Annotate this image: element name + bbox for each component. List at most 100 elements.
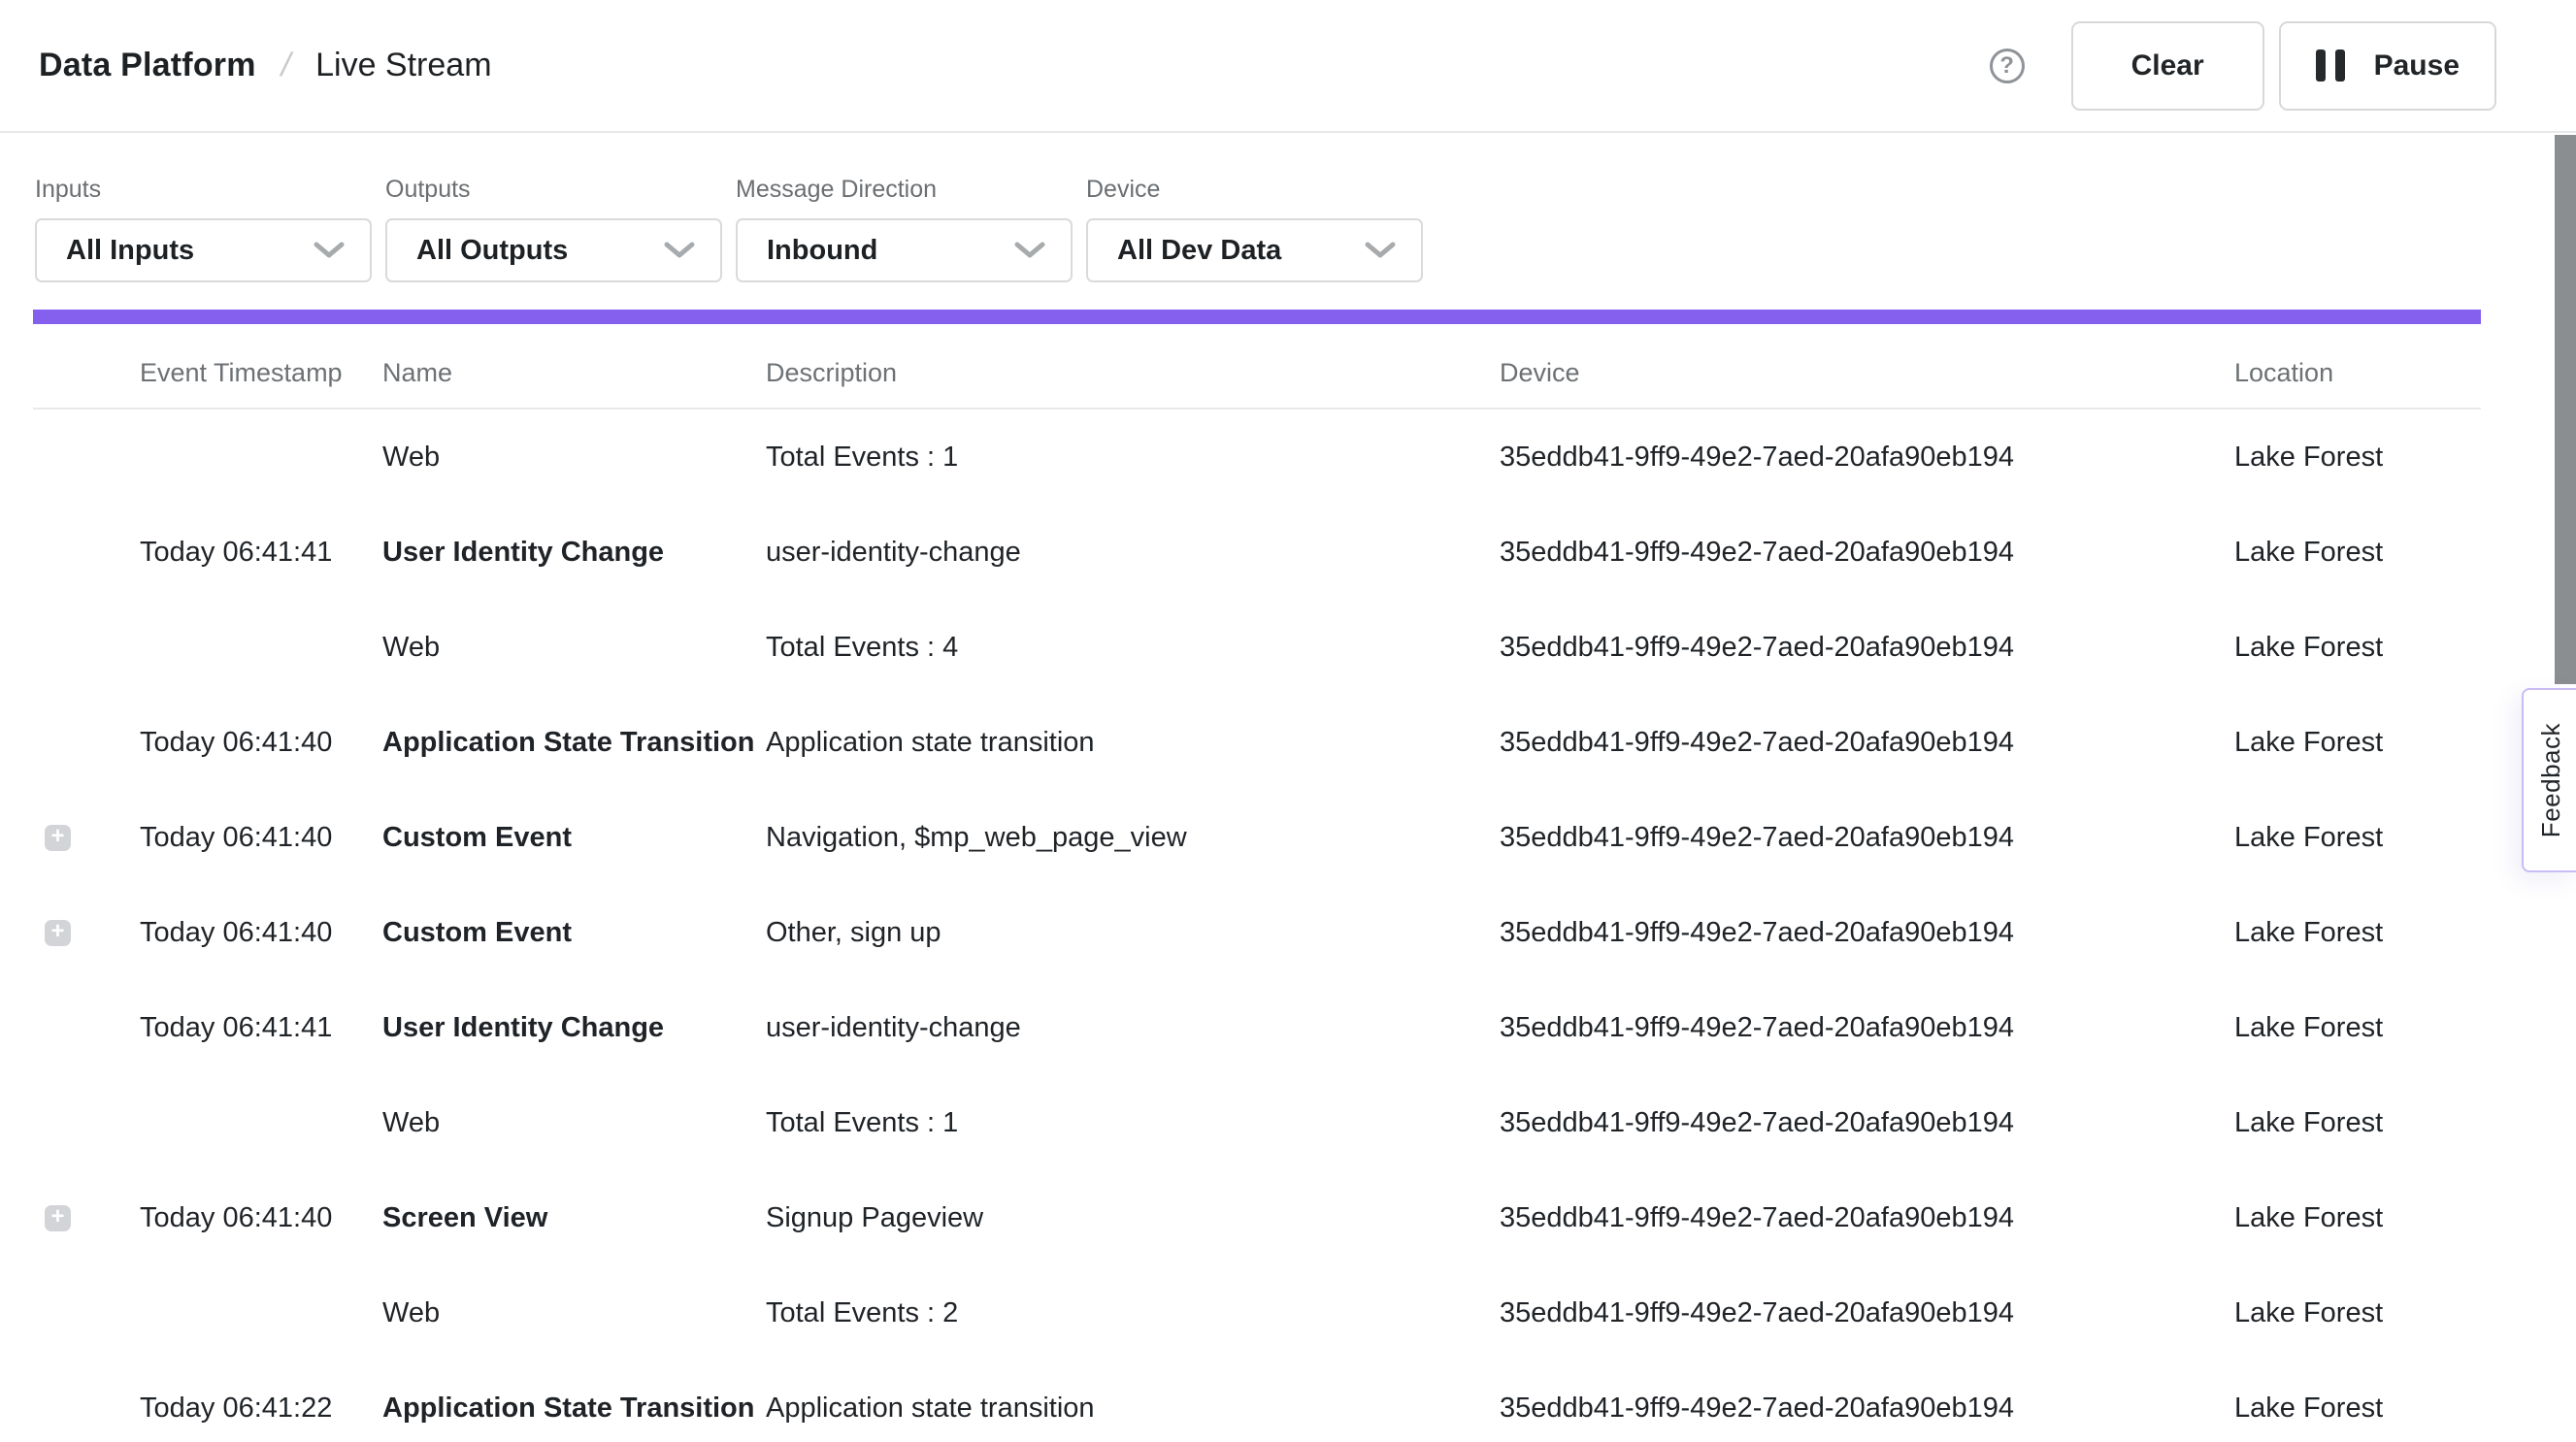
row-event-timestamp: Today 06:41:22 [140, 1393, 382, 1425]
feedback-tab[interactable]: Feedback [2522, 688, 2576, 872]
row-expander-cell: + [33, 825, 140, 851]
header-actions: ? Clear Pause [1990, 21, 2496, 111]
row-name: Web [382, 632, 766, 664]
row-location: Lake Forest [2234, 822, 2481, 854]
row-location: Lake Forest [2234, 1107, 2481, 1139]
column-event-timestamp: Event Timestamp [140, 344, 382, 388]
row-device: 35eddb41-9ff9-49e2-7aed-20afa90eb194 [1500, 822, 2234, 854]
row-expander-cell: + [33, 1395, 140, 1422]
inputs-dropdown[interactable]: All Inputs [35, 218, 372, 282]
row-location: Lake Forest [2234, 1393, 2481, 1425]
help-icon[interactable]: ? [1990, 49, 2025, 83]
row-expander-cell: + [33, 1205, 140, 1231]
row-expander-cell: + [33, 1015, 140, 1041]
breadcrumb: Data Platform / Live Stream [39, 47, 492, 84]
filter-message-direction: Message Direction Inbound [736, 176, 1073, 282]
row-description: Total Events : 2 [766, 1297, 1500, 1329]
row-name: Web [382, 442, 766, 474]
table-row: + Today 06:41:41 User Identity Change us… [33, 980, 2481, 1075]
row-description: Application state transition [766, 1393, 1500, 1425]
row-device: 35eddb41-9ff9-49e2-7aed-20afa90eb194 [1500, 442, 2234, 474]
device-dropdown[interactable]: All Dev Data [1086, 218, 1423, 282]
vertical-scrollbar-thumb[interactable] [2555, 135, 2576, 684]
expand-row-icon[interactable]: + [45, 920, 71, 946]
row-location: Lake Forest [2234, 1202, 2481, 1234]
row-event-timestamp: Today 06:41:41 [140, 1012, 382, 1044]
device-dropdown-value: All Dev Data [1117, 235, 1281, 267]
breadcrumb-separator: / [278, 47, 295, 84]
row-event-timestamp: Today 06:41:40 [140, 727, 382, 759]
clear-button[interactable]: Clear [2071, 21, 2264, 111]
row-location: Lake Forest [2234, 632, 2481, 664]
row-name: Custom Event [382, 917, 766, 949]
row-expander-cell: + [33, 920, 140, 946]
breadcrumb-live-stream: Live Stream [315, 47, 491, 84]
row-location: Lake Forest [2234, 1297, 2481, 1329]
filter-bar: Inputs All Inputs Outputs All Outputs Me… [0, 133, 2576, 282]
table-row: + Today 06:41:40 Custom Event Navigation… [33, 790, 2481, 885]
message-direction-dropdown[interactable]: Inbound [736, 218, 1073, 282]
chevron-down-icon [1365, 242, 1396, 259]
row-device: 35eddb41-9ff9-49e2-7aed-20afa90eb194 [1500, 1297, 2234, 1329]
row-expander-cell: + [33, 1300, 140, 1327]
row-event-timestamp: Today 06:41:40 [140, 1202, 382, 1234]
row-name: Web [382, 1297, 766, 1329]
row-event-timestamp: Today 06:41:40 [140, 917, 382, 949]
row-description: user-identity-change [766, 537, 1500, 569]
row-description: Total Events : 4 [766, 632, 1500, 664]
filter-outputs-label: Outputs [385, 176, 722, 204]
column-name: Name [382, 344, 766, 388]
row-name: Screen View [382, 1202, 766, 1234]
table-row: + Web Total Events : 4 35eddb41-9ff9-49e… [33, 600, 2481, 695]
row-event-timestamp: Today 06:41:41 [140, 537, 382, 569]
pause-button[interactable]: Pause [2279, 21, 2496, 111]
filter-message-direction-label: Message Direction [736, 176, 1073, 204]
row-device: 35eddb41-9ff9-49e2-7aed-20afa90eb194 [1500, 1107, 2234, 1139]
pause-icon [2316, 49, 2345, 82]
row-location: Lake Forest [2234, 537, 2481, 569]
row-device: 35eddb41-9ff9-49e2-7aed-20afa90eb194 [1500, 632, 2234, 664]
column-device: Device [1500, 344, 2234, 388]
row-event-timestamp: Today 06:41:40 [140, 822, 382, 854]
row-name: Web [382, 1107, 766, 1139]
row-location: Lake Forest [2234, 727, 2481, 759]
row-expander-cell: + [33, 635, 140, 661]
row-location: Lake Forest [2234, 1012, 2481, 1044]
row-location: Lake Forest [2234, 917, 2481, 949]
row-device: 35eddb41-9ff9-49e2-7aed-20afa90eb194 [1500, 537, 2234, 569]
row-description: Application state transition [766, 727, 1500, 759]
table-row: + Today 06:41:40 Custom Event Other, sig… [33, 885, 2481, 980]
row-expander-cell: + [33, 1110, 140, 1136]
expand-row-icon[interactable]: + [45, 1205, 71, 1231]
row-device: 35eddb41-9ff9-49e2-7aed-20afa90eb194 [1500, 1393, 2234, 1425]
row-device: 35eddb41-9ff9-49e2-7aed-20afa90eb194 [1500, 1012, 2234, 1044]
row-expander-cell: + [33, 444, 140, 471]
column-description: Description [766, 344, 1500, 388]
chevron-down-icon [314, 242, 345, 259]
row-description: Navigation, $mp_web_page_view [766, 822, 1500, 854]
row-expander-cell: + [33, 540, 140, 566]
table-row: + Today 06:41:41 User Identity Change us… [33, 505, 2481, 600]
row-description: Signup Pageview [766, 1202, 1500, 1234]
expand-row-icon[interactable]: + [45, 825, 71, 851]
chevron-down-icon [664, 242, 695, 259]
breadcrumb-data-platform[interactable]: Data Platform [39, 47, 256, 84]
row-description: Other, sign up [766, 917, 1500, 949]
row-device: 35eddb41-9ff9-49e2-7aed-20afa90eb194 [1500, 727, 2234, 759]
row-name: Custom Event [382, 822, 766, 854]
table-row: + Web Total Events : 1 35eddb41-9ff9-49e… [33, 1075, 2481, 1170]
live-stream-page: Data Platform / Live Stream ? Clear Paus… [0, 0, 2576, 1442]
row-expander-cell: + [33, 730, 140, 756]
top-header: Data Platform / Live Stream ? Clear Paus… [0, 0, 2576, 133]
outputs-dropdown[interactable]: All Outputs [385, 218, 722, 282]
row-description: Total Events : 1 [766, 1107, 1500, 1139]
row-description: user-identity-change [766, 1012, 1500, 1044]
table-row: + Today 06:41:40 Application State Trans… [33, 695, 2481, 790]
message-direction-dropdown-value: Inbound [767, 235, 877, 267]
row-device: 35eddb41-9ff9-49e2-7aed-20afa90eb194 [1500, 1202, 2234, 1234]
table-body: + Web Total Events : 1 35eddb41-9ff9-49e… [0, 410, 2576, 1442]
table-header: Event Timestamp Name Description Device … [33, 324, 2481, 410]
row-device: 35eddb41-9ff9-49e2-7aed-20afa90eb194 [1500, 917, 2234, 949]
row-name: User Identity Change [382, 1012, 766, 1044]
row-name: Application State Transition [382, 1393, 766, 1425]
